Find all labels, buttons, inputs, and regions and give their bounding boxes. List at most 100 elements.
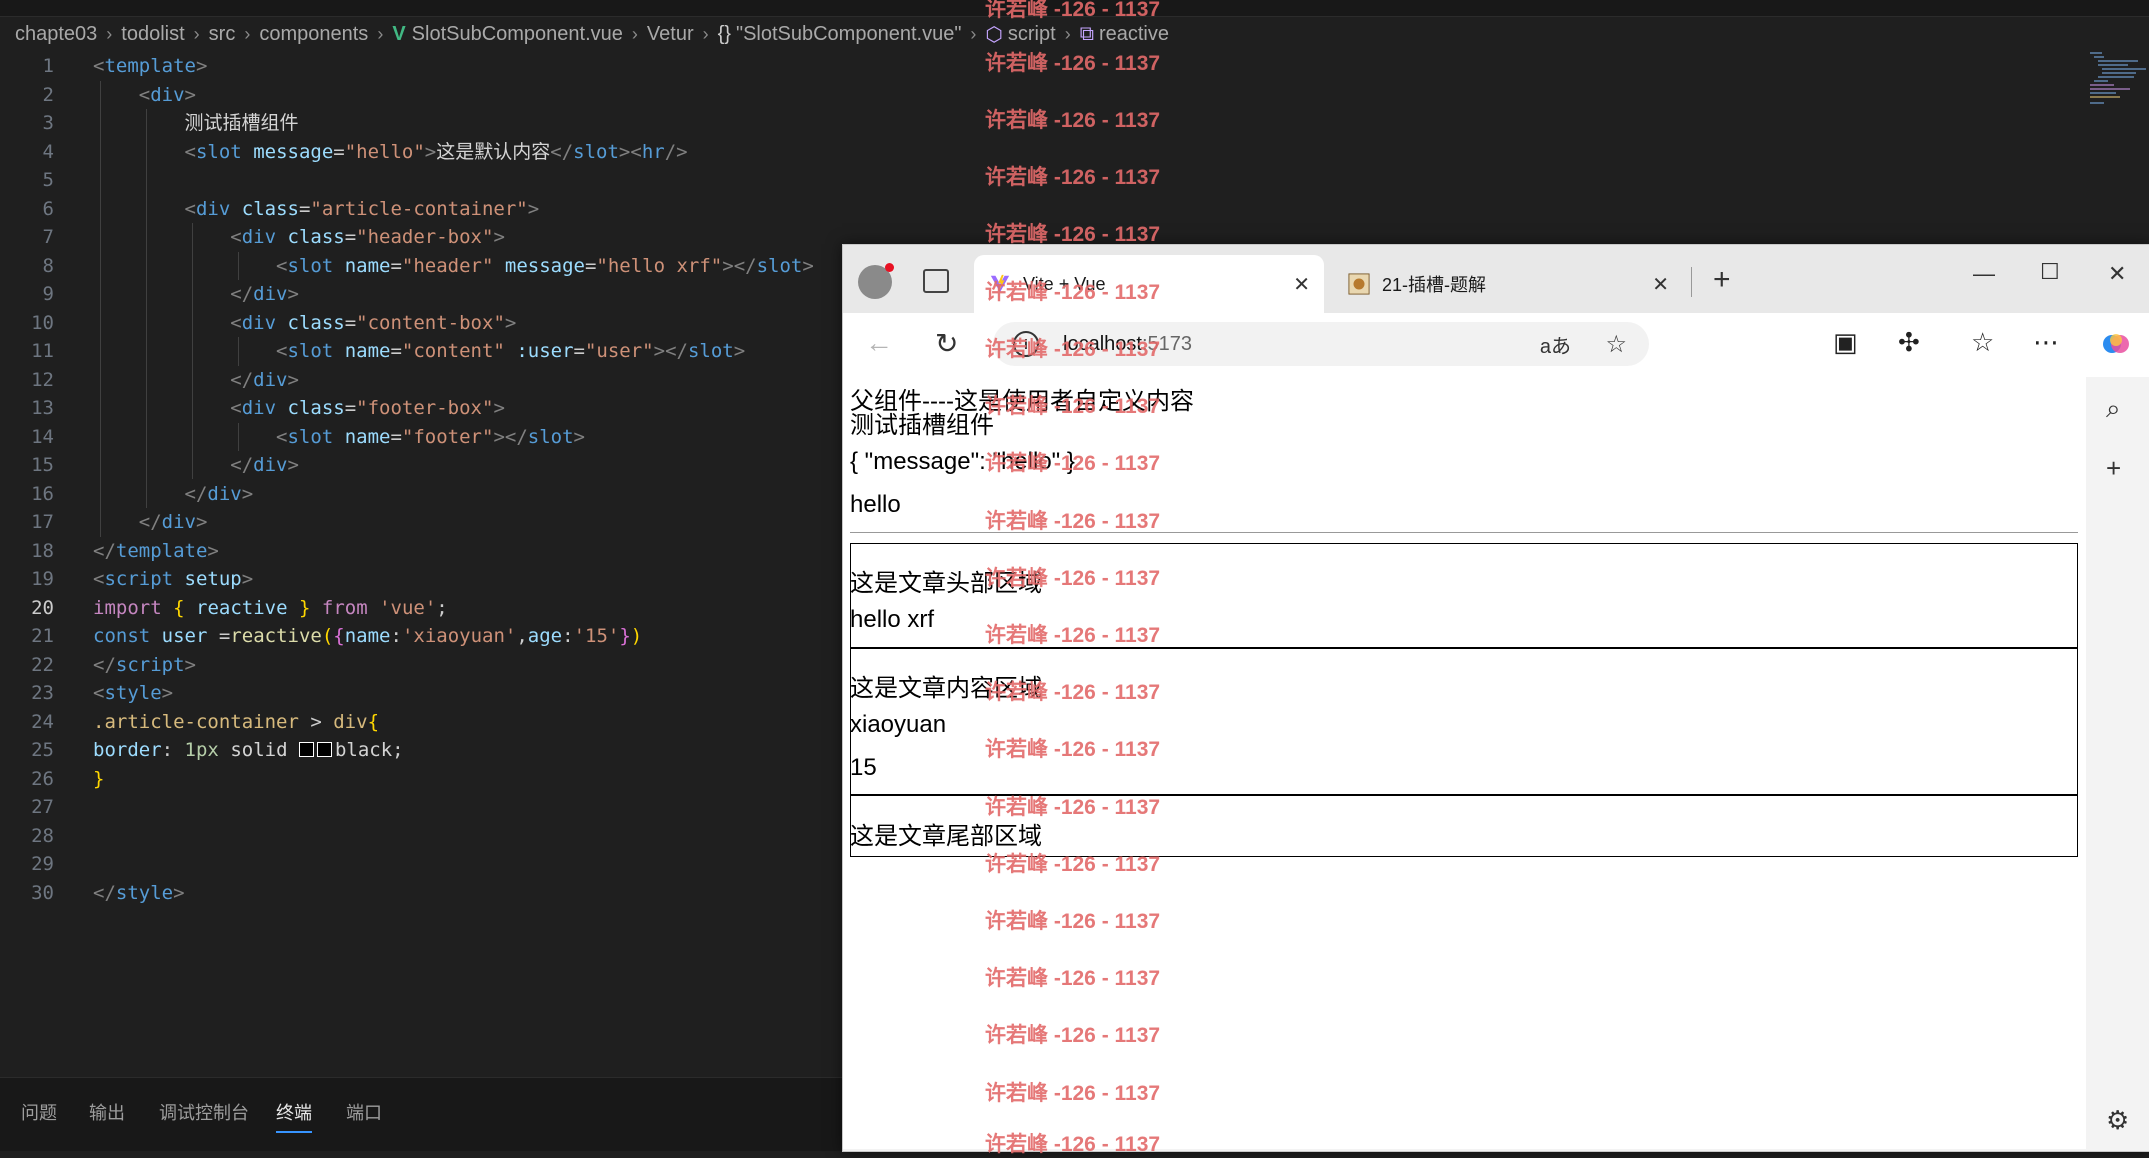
line-number: 9 [42,283,54,305]
code-line: 26} [0,765,840,794]
copilot-icon[interactable] [2101,329,2131,359]
favorite-star-icon[interactable]: ☆ [1605,330,1627,359]
line-number: 25 [31,739,54,761]
extension-game-icon[interactable]: ▣ [1833,327,1858,358]
chevron-right-icon: › [1064,23,1071,44]
watermark-text: 许若峰 -126 - 1137 [985,338,1161,361]
panel-tab-output[interactable]: 输出 [89,1099,125,1125]
more-options-icon[interactable]: ⋯ [2033,327,2059,358]
watermark-text: 许若峰 -126 - 1137 [985,109,1161,132]
code-line: 10 <div class="content-box"> [0,309,840,338]
minimap[interactable] [2090,52,2148,112]
symbol-namespace-icon: ⬡ [985,23,1003,46]
line-number: 20 [31,596,54,619]
code-line: 25 border: 1px solid black; [0,736,840,765]
code-line: 17 </div> [0,508,840,537]
chevron-right-icon: › [377,23,384,44]
code-line: 5 [0,166,840,195]
panel-tab-terminal[interactable]: 终端 [276,1099,312,1133]
code-line: 29 [0,850,840,879]
vue-file-icon: V [392,22,406,45]
watermark-text: 许若峰 -126 - 1137 [985,1133,1161,1156]
code-line: 19 <script setup> [0,565,840,594]
watermark-text: 许若峰 -126 - 1137 [985,281,1161,304]
search-icon[interactable]: ⌕ [2106,393,2121,425]
line-number: 13 [31,397,54,419]
tab-actions-icon[interactable] [923,269,949,293]
chevron-right-icon: › [244,23,251,44]
add-icon[interactable]: + [2106,453,2121,484]
panel-tab-debug-console[interactable]: 调试控制台 [159,1099,249,1125]
chevron-right-icon: › [702,23,709,44]
browser-tab-solution[interactable]: 21-插槽-题解 ✕ [1333,255,1683,313]
color-swatch-icon[interactable] [316,741,332,757]
close-window-icon[interactable]: ✕ [2108,261,2126,287]
code-line: 11 <slot name="content" :user="user"></s… [0,337,840,366]
watermark-text: 许若峰 -126 - 1137 [985,567,1161,590]
breadcrumb-file[interactable]: SlotSubComponent.vue [412,23,623,46]
footer-title-text: 这是文章尾部区域 [850,823,1042,850]
code-line: 1 <template> [0,52,840,81]
minimize-icon[interactable]: — [1973,261,1995,287]
maximize-icon[interactable]: ☐ [2040,259,2060,285]
watermark-text: 许若峰 -126 - 1137 [985,166,1161,189]
watermark-text: 许若峰 -126 - 1137 [985,452,1161,475]
breadcrumb-vetur[interactable]: Vetur [647,23,694,46]
panel-tab-problems[interactable]: 问题 [21,1099,57,1125]
breadcrumb-src[interactable]: src [209,23,236,46]
favorites-list-icon[interactable]: ☆ [1971,327,1994,358]
back-icon[interactable]: ← [865,327,893,359]
line-number: 30 [31,881,54,904]
code-line: 15 </div> [0,451,840,480]
line-number: 3 [42,112,54,134]
watermark-text: 许若峰 -126 - 1137 [985,510,1161,533]
breadcrumb-components[interactable]: components [259,23,368,46]
tab-title: 21-插槽-题解 [1382,275,1487,295]
code-line: 18 </template> [0,537,840,566]
line-number: 15 [31,454,54,476]
line-number: 11 [31,340,54,362]
chevron-right-icon: › [193,23,200,44]
extensions-puzzle-icon[interactable]: ✣ [1898,327,1920,358]
watermark-text: 许若峰 -126 - 1137 [985,1082,1161,1105]
close-tab-icon[interactable]: ✕ [1652,272,1669,297]
code-line: 9 </div> [0,280,840,309]
user-age-text: 15 [850,754,877,781]
line-number: 28 [31,824,54,847]
line-number: 8 [42,254,54,277]
header-message-text: hello xrf [850,606,935,633]
refresh-icon[interactable]: ↻ [935,327,958,360]
code-line: 14 <slot name="footer"></slot> [0,423,840,452]
line-number: 18 [31,539,54,562]
color-swatch-icon[interactable] [298,741,314,757]
watermark-text: 许若峰 -126 - 1137 [985,967,1161,990]
read-aloud-icon[interactable]: aあ [1540,330,1571,359]
code-line: 12 </div> [0,366,840,395]
code-line: 30 </style> [0,879,840,908]
breadcrumb-script[interactable]: script [1008,23,1056,46]
chevron-right-icon: › [970,23,977,44]
user-name-text: xiaoyuan [850,711,947,738]
panel-tab-ports[interactable]: 端口 [346,1099,382,1125]
watermark-text: 许若峰 -126 - 1137 [985,1024,1161,1047]
watermark-text: 许若峰 -126 - 1137 [985,624,1161,647]
code-line: 24 .article-container > div{ [0,708,840,737]
breadcrumb-reactive[interactable]: reactive [1099,23,1169,46]
watermark-text: 许若峰 -126 - 1137 [985,796,1161,819]
code-line: 23 <style> [0,679,840,708]
profile-avatar-icon[interactable] [858,263,894,299]
new-tab-icon[interactable]: + [1713,263,1731,297]
line-number: 14 [31,425,54,448]
line-number: 16 [31,482,54,505]
watermark-text: 许若峰 -126 - 1137 [985,681,1161,704]
breadcrumb-chapte03[interactable]: chapte03 [15,23,97,46]
breadcrumb-todolist[interactable]: todolist [121,23,184,46]
gear-icon[interactable]: ⚙ [2106,1105,2129,1136]
code-line: 27 [0,793,840,822]
chevron-right-icon: › [106,23,113,44]
breadcrumb-module[interactable]: "SlotSubComponent.vue" [736,23,961,46]
line-number: 27 [31,796,54,818]
code-line: 4 <slot message="hello">这是默认内容</slot><hr… [0,138,840,167]
close-tab-icon[interactable]: ✕ [1293,272,1310,297]
line-number: 29 [31,853,54,875]
